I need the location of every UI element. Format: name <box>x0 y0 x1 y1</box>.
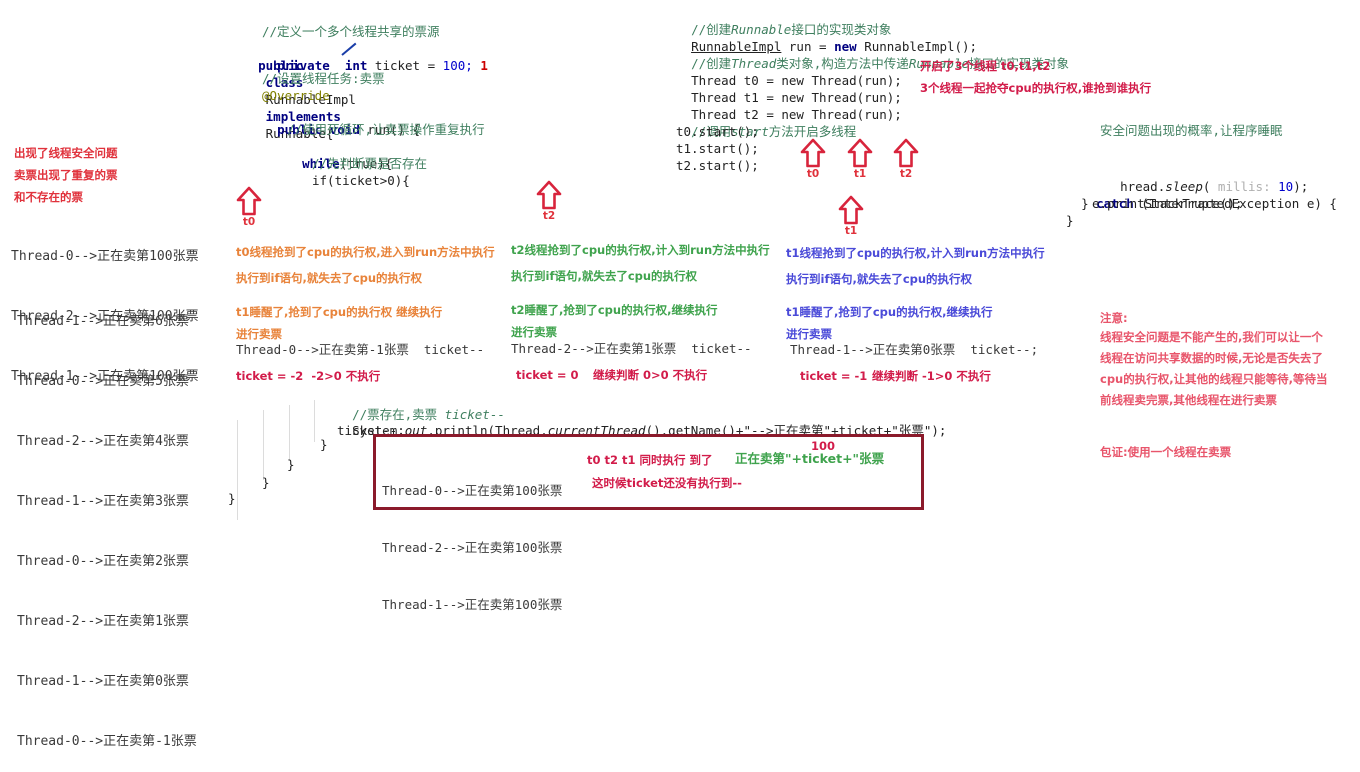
redbox-mid-green: 正在卖第"+ticket+"张票 <box>735 451 885 466</box>
annot-t1-line6: ticket = -1 <box>800 369 868 383</box>
arrow-label: t1 <box>844 225 858 237</box>
arrow-label: t0 <box>806 168 820 180</box>
arrow-up-start-t1: t1 <box>847 138 873 180</box>
annot-t2-line6b: 继续判断 0>0 不执行 <box>593 368 708 382</box>
annot-t2-line1: t2线程抢到了cpu的执行权,计入到run方法中执行 <box>511 243 770 257</box>
redbox-mid-red: t0 t2 t1 同时执行 到了 <box>587 453 713 467</box>
code-line-printstacktrace: e.printStackTrace(); <box>1092 196 1243 211</box>
annot-t0-line6: ticket = -2 -2>0 不执行 <box>236 369 381 383</box>
annot-notice-line1: 线程安全问题是不能产生的,我们可以让一个 <box>1100 330 1323 344</box>
annot-t1-line2: 执行到if语句,就失去了cpu的执行权 <box>786 272 973 286</box>
annot-notice-title: 注意: <box>1100 311 1128 325</box>
code-line-if-ticket: if(ticket>0){ <box>312 173 410 188</box>
field-value: 100; <box>442 58 473 73</box>
arrow-label: t2 <box>542 210 556 222</box>
note-three-threads: 开启了3个线程 t0,t1,t2 <box>920 59 1051 73</box>
code-comment-thread-task: //设置线程任务:卖票 <box>262 71 385 86</box>
annot-t1-console: Thread-1-->正在卖第0张票 ticket--; <box>790 342 1039 357</box>
code-line-t1-start: t1.start(); <box>676 141 759 156</box>
annot-t0-console: Thread-0-->正在卖第-1张票 ticket-- <box>236 342 485 357</box>
arrow-up-t0-left: t0 <box>236 186 262 228</box>
annot-t2-line2: 执行到if语句,就失去了cpu的执行权 <box>511 269 698 283</box>
code-brace-close-2: } <box>287 457 295 472</box>
console-line: Thread-2-->正在卖第1张票 <box>17 614 189 629</box>
console-line: Thread-0-->正在卖第100张票 <box>11 249 199 264</box>
annot-notice-line2: 线程在访问共享数据的时候,无论是否失去了 <box>1100 351 1323 365</box>
indent-guide <box>237 420 238 520</box>
indent-guide <box>289 405 290 460</box>
indent-guide <box>314 400 315 442</box>
console-line: Thread-1-->正在卖第6张票 <box>17 314 189 329</box>
annot-t0-line1: t0线程抢到了cpu的执行权,进入到run方法中执行 <box>236 245 495 259</box>
code-line-t2-start: t2.start(); <box>676 158 759 173</box>
annot-t1-line6b: 继续判断 -1>0 不执行 <box>872 369 991 383</box>
annot-t2-console: Thread-2-->正在卖第1张票 ticket-- <box>511 341 752 356</box>
annotation-mark-1: 1 <box>480 58 488 73</box>
annot-notice-line5: 包证:使用一个线程在卖票 <box>1100 445 1232 459</box>
comment-start-rest: 方法开启多线程 <box>768 124 857 139</box>
note-threads-compete: 3个线程一起抢夺cpu的执行权,谁抢到谁执行 <box>920 81 1152 95</box>
code-comment-check-ticket: //先判断票是否存在 <box>312 156 428 171</box>
annot-t1-line3: t1睡醒了,抢到了cpu的执行权,继续执行 <box>786 305 993 319</box>
arrow-up-start-t0: t0 <box>800 138 826 180</box>
console-line: Thread-0-->正在卖第-1张票 <box>17 734 197 749</box>
annot-t2-line3: t2睡醒了,抢到了cpu的执行权,继续执行 <box>511 303 718 317</box>
arrow-label: t2 <box>899 168 913 180</box>
annot-notice-line3: cpu的执行权,让其他的线程只能等待,等待当 <box>1100 372 1328 386</box>
println-end: ); <box>931 423 947 438</box>
code-brace-close-4: } <box>228 491 236 506</box>
console-line: Thread-0-->正在卖第2张票 <box>17 554 189 569</box>
code-brace-close-catch: } <box>1066 213 1074 228</box>
annot-t1-line1: t1线程抢到了cpu的执行权,计入到run方法中执行 <box>786 246 1045 260</box>
console-line: Thread-1-->正在卖第0张票 <box>17 674 189 689</box>
left-console-group-b: Thread-1-->正在卖第6张票 Thread-0-->正在卖第5张票 Th… <box>17 272 197 772</box>
arrow-up-start-t2: t2 <box>893 138 919 180</box>
code-line-t0-start: t0.start(); <box>676 124 759 139</box>
code-comment-sleep-probability: 安全问题出现的概率,让程序睡眠 <box>1100 123 1283 138</box>
redbox-bottom: 这时候ticket还没有执行到-- <box>592 476 742 490</box>
console-line: Thread-2-->正在卖第100张票 <box>382 540 563 555</box>
annot-t0-line2: 执行到if语句,就失去了cpu的执行权 <box>236 271 423 285</box>
console-line: Thread-2-->正在卖第4张票 <box>17 434 189 449</box>
console-line: Thread-1-->正在卖第3张票 <box>17 494 189 509</box>
left-note-0: 出现了线程安全问题 <box>14 146 118 160</box>
code-brace-close-1: } <box>320 437 328 452</box>
console-line: Thread-0-->正在卖第100张票 <box>382 483 563 498</box>
console-line: Thread-1-->正在卖第100张票 <box>382 597 563 612</box>
arrow-label: t0 <box>242 216 256 228</box>
code-comment-ticket-source: //定义一个多个线程共享的票源 <box>262 24 440 39</box>
indent-guide <box>263 410 264 480</box>
arrow-up-t2-mid: t2 <box>536 180 562 222</box>
annot-t2-line6: ticket = 0 <box>516 368 579 382</box>
left-note-2: 和不存在的票 <box>14 190 83 204</box>
code-brace-close-3: } <box>262 475 270 490</box>
code-annotation-override: @Override <box>262 88 330 103</box>
redbox-console: Thread-0-->正在卖第100张票 Thread-2-->正在卖第100张… <box>382 443 562 633</box>
console-line: Thread-0-->正在卖第5张票 <box>17 374 189 389</box>
left-note-1: 卖票出现了重复的票 <box>14 168 118 182</box>
arrow-up-t1-right: t1 <box>838 195 864 237</box>
arrow-label: t1 <box>853 168 867 180</box>
code-comment-infinite-loop: //使用死循环,让卖票操作重复执行 <box>287 122 485 137</box>
annot-notice-line4: 前线程卖完票,其他线程在进行卖票 <box>1100 393 1277 407</box>
code-line-ticket-field: private int ticket = 100; 1 <box>262 40 488 74</box>
annot-t0-line3: t1睡醒了,抢到了cpu的执行权 继续执行 <box>236 305 443 319</box>
